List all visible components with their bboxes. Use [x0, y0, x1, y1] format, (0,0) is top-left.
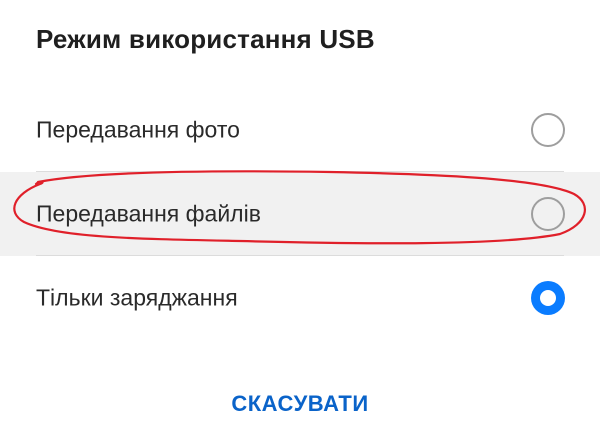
option-file-transfer[interactable]: Передавання файлів: [0, 172, 600, 256]
usb-mode-dialog: Режим використання USB Передавання фото …: [0, 0, 600, 443]
option-label: Передавання фото: [36, 116, 240, 143]
radio-button-unchecked[interactable]: [531, 113, 565, 147]
option-label: Тільки заряджання: [36, 284, 238, 311]
radio-button-unchecked[interactable]: [531, 197, 565, 231]
dialog-title: Режим використання USB: [36, 24, 375, 54]
option-charging-only[interactable]: Тільки заряджання: [0, 256, 600, 340]
radio-button-checked[interactable]: [531, 281, 565, 315]
cancel-button[interactable]: СКАСУВАТИ: [0, 384, 600, 424]
option-label: Передавання файлів: [36, 200, 261, 227]
option-photo-transfer[interactable]: Передавання фото: [0, 88, 600, 172]
